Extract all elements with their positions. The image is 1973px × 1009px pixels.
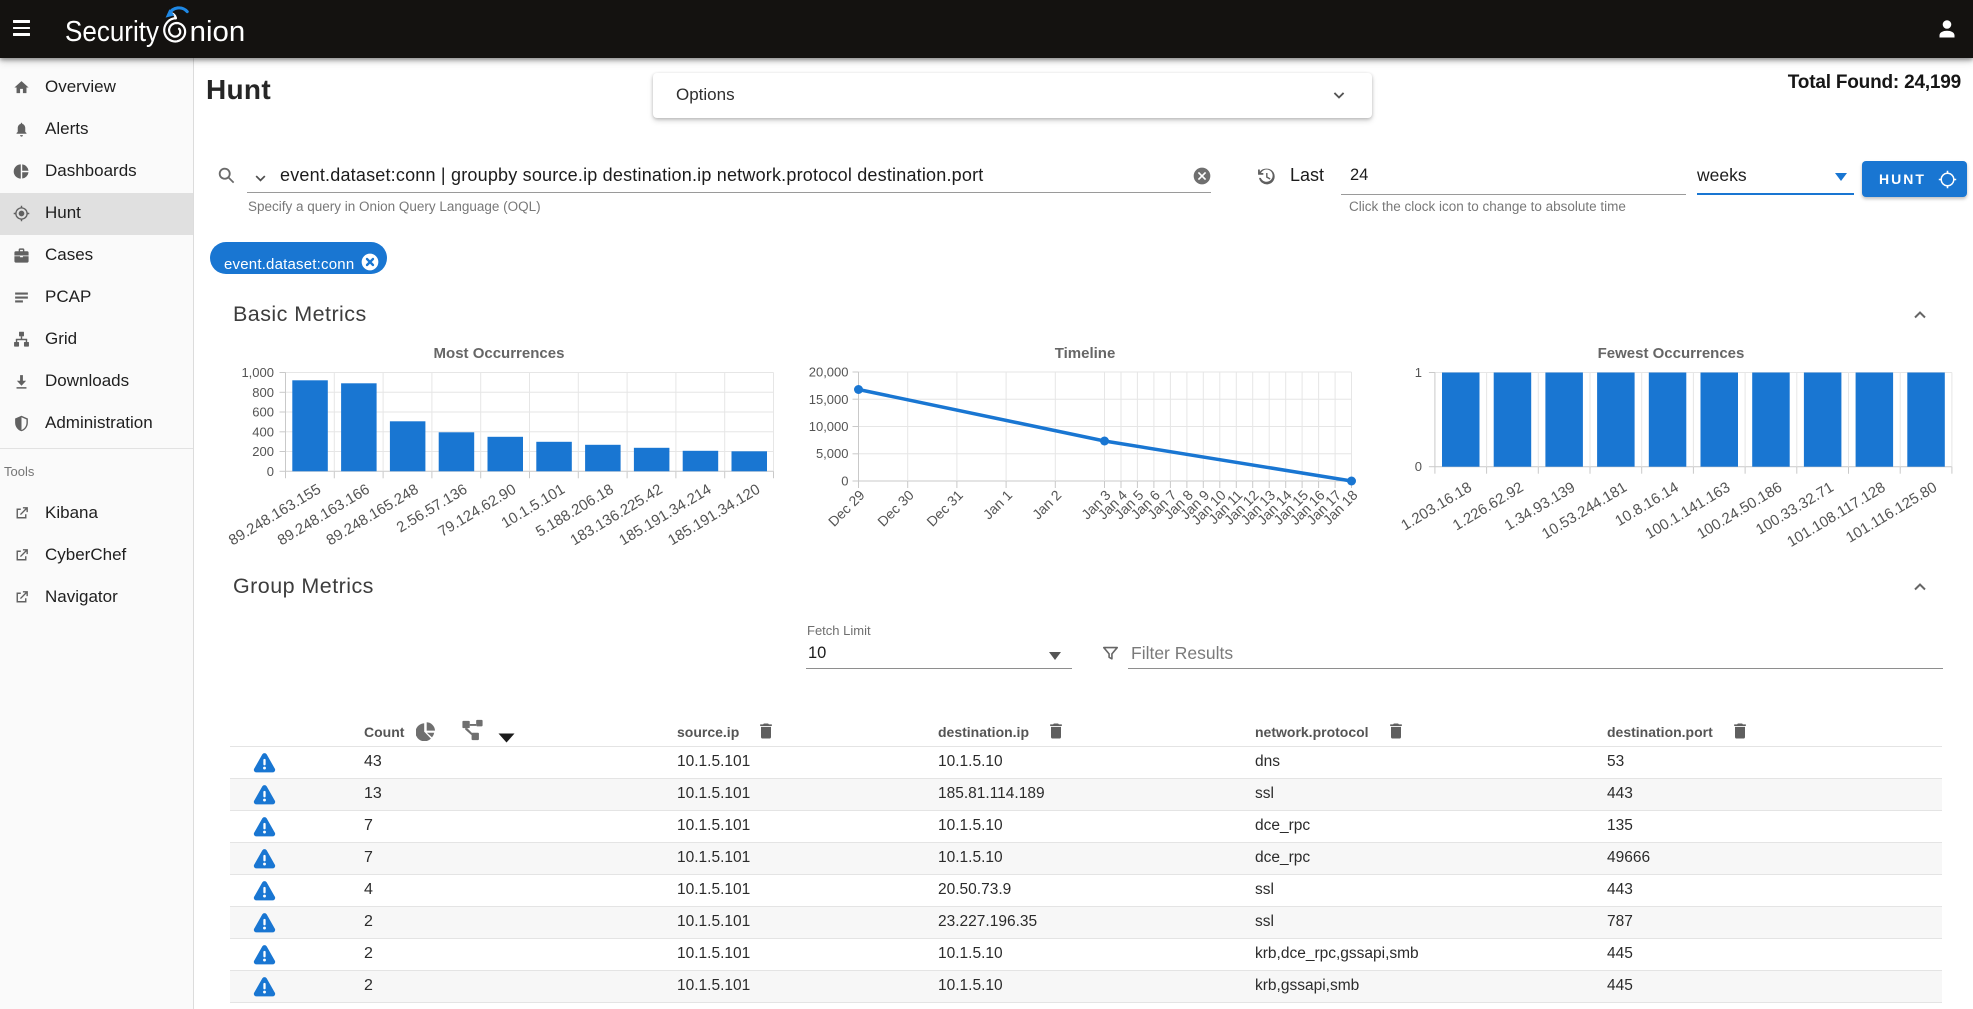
svg-text:800: 800 (252, 385, 274, 400)
svg-text:200: 200 (252, 444, 274, 459)
svg-text:Jan 1: Jan 1 (980, 487, 1016, 523)
svg-text:5,000: 5,000 (816, 446, 849, 461)
svg-text:Dec 31: Dec 31 (923, 487, 966, 530)
svg-text:400: 400 (252, 424, 274, 439)
svg-text:0: 0 (1415, 459, 1422, 474)
svg-text:101.116.125.80: 101.116.125.80 (1843, 479, 1940, 547)
svg-text:0: 0 (267, 464, 274, 479)
svg-text:nion: nion (190, 16, 246, 48)
svg-text:20,000: 20,000 (809, 365, 849, 380)
svg-text:Security: Security (65, 16, 159, 48)
svg-text:Fewest Occurrences: Fewest Occurrences (1598, 345, 1745, 362)
svg-text:0: 0 (841, 474, 848, 489)
svg-text:10,000: 10,000 (809, 419, 849, 434)
svg-text:Dec 30: Dec 30 (874, 487, 917, 530)
svg-text:Most Occurrences: Most Occurrences (434, 345, 565, 362)
svg-text:Jan 2: Jan 2 (1029, 487, 1065, 523)
svg-text:1: 1 (1415, 365, 1422, 380)
svg-text:15,000: 15,000 (809, 392, 849, 407)
svg-text:1,000: 1,000 (241, 365, 274, 380)
svg-text:Timeline: Timeline (1055, 345, 1116, 362)
svg-text:Dec 29: Dec 29 (825, 487, 868, 530)
svg-text:600: 600 (252, 405, 274, 420)
